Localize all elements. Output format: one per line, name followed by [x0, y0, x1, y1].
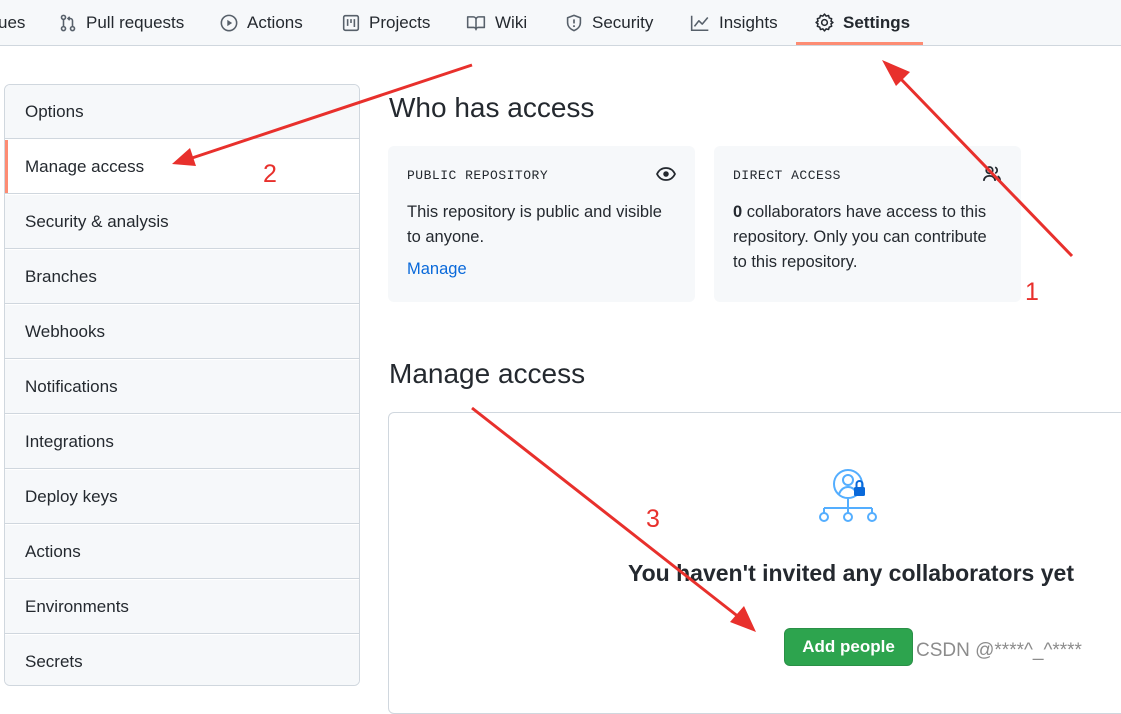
sidebar-item-actions[interactable]: Actions [5, 525, 359, 579]
sidebar-item-label: Options [25, 101, 84, 121]
book-icon [466, 15, 486, 30]
tab-projects-label: Projects [369, 12, 431, 32]
public-repository-description: This repository is public and visible to… [407, 203, 662, 246]
tab-actions-label: Actions [247, 12, 303, 32]
settings-sidebar: Options Manage access Security & analysi… [4, 84, 360, 686]
play-icon [220, 14, 238, 31]
tab-actions[interactable]: Actions [220, 0, 303, 45]
sidebar-item-label: Actions [25, 541, 81, 561]
active-tab-indicator [796, 42, 923, 45]
who-has-access-heading: Who has access [389, 92, 595, 123]
tab-insights-label: Insights [719, 12, 778, 32]
sidebar-item-environments[interactable]: Environments [5, 580, 359, 634]
sidebar-item-branches[interactable]: Branches [5, 250, 359, 304]
tab-settings-label: Settings [843, 12, 911, 32]
sidebar-item-label: Integrations [25, 431, 114, 451]
sidebar-item-label: Secrets [25, 651, 83, 671]
sidebar-item-integrations[interactable]: Integrations [5, 415, 359, 469]
direct-access-text: collaborators have access to this reposi… [733, 203, 987, 271]
sidebar-item-webhooks[interactable]: Webhooks [5, 305, 359, 359]
annotation-label-2: 2 [263, 160, 277, 188]
gear-icon [815, 13, 834, 32]
project-icon [342, 14, 360, 31]
collaborator-count: 0 [733, 203, 743, 221]
sidebar-item-label: Environments [25, 596, 129, 616]
direct-access-description: 0 collaborators have access to this repo… [733, 200, 1002, 275]
tab-settings[interactable]: Settings [815, 0, 910, 45]
graph-icon [690, 15, 709, 31]
manage-access-heading: Manage access [389, 358, 586, 389]
sidebar-item-notifications[interactable]: Notifications [5, 360, 359, 414]
manage-visibility-link[interactable]: Manage [407, 260, 676, 279]
tab-security-label: Security [592, 12, 654, 32]
tab-wiki-label: Wiki [495, 12, 528, 32]
public-repository-label: PUBLIC REPOSITORY [407, 168, 549, 183]
sidebar-item-secrets[interactable]: Secrets [5, 635, 359, 685]
sidebar-item-options[interactable]: Options [5, 85, 359, 139]
annotation-label-1: 1 [1025, 278, 1039, 306]
eye-icon [656, 167, 676, 181]
sidebar-item-security-analysis[interactable]: Security & analysis [5, 195, 359, 249]
sidebar-item-label: Webhooks [25, 321, 106, 341]
sidebar-item-manage-access[interactable]: Manage access [5, 140, 359, 194]
add-people-button[interactable]: Add people [784, 628, 913, 666]
watermark: CSDN @****^_^**** [916, 640, 1082, 661]
tab-security[interactable]: Security [565, 0, 653, 45]
direct-access-label: DIRECT ACCESS [733, 168, 841, 183]
sidebar-item-label: Deploy keys [25, 486, 118, 506]
sidebar-item-label: Notifications [25, 376, 118, 396]
repo-nav: ues Pull requests Actions Projects Wiki … [0, 0, 1121, 46]
sidebar-item-label: Branches [25, 266, 97, 286]
direct-access-card: DIRECT ACCESS 0 collaborators have acces… [714, 146, 1021, 302]
tab-pull-requests-label: Pull requests [86, 12, 185, 32]
tab-wiki[interactable]: Wiki [466, 0, 527, 45]
people-icon [983, 166, 1001, 181]
no-collaborators-message: You haven't invited any collaborators ye… [628, 560, 1074, 586]
sidebar-item-label: Manage access [25, 156, 145, 176]
tab-pull-requests[interactable]: Pull requests [59, 0, 184, 45]
public-repository-card: PUBLIC REPOSITORY This repository is pub… [388, 146, 695, 302]
sidebar-item-deploy-keys[interactable]: Deploy keys [5, 470, 359, 524]
tab-issues-label: ues [0, 12, 26, 32]
tab-issues[interactable]: ues [0, 0, 25, 45]
tab-projects[interactable]: Projects [342, 0, 430, 45]
shield-icon [566, 14, 582, 31]
tab-insights[interactable]: Insights [690, 0, 778, 45]
annotation-label-3: 3 [646, 505, 660, 533]
collaborators-org-icon [819, 469, 877, 522]
sidebar-item-label: Security & analysis [25, 211, 169, 231]
pull-request-icon [60, 14, 76, 31]
